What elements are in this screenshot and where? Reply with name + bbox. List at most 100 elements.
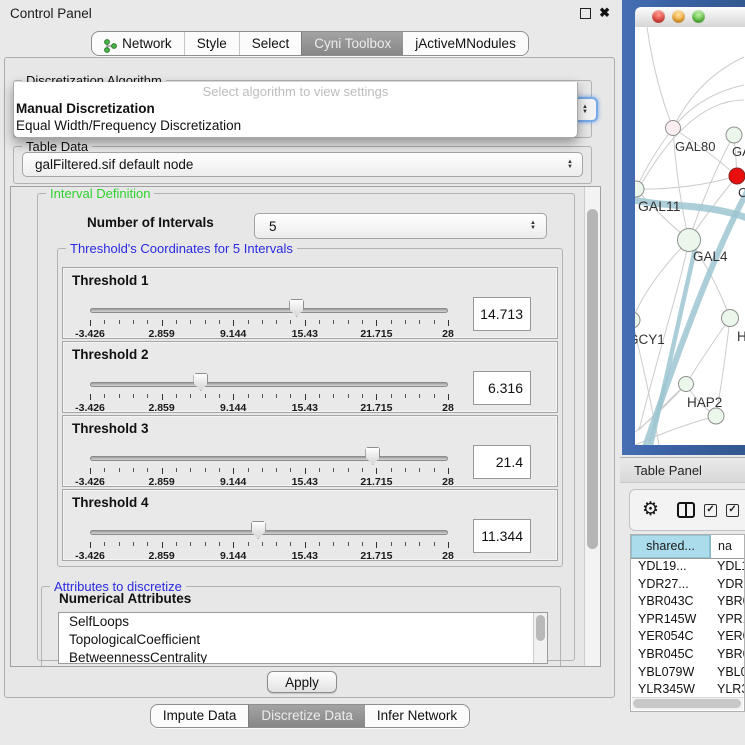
cell-shared-name[interactable]: YLR345W [631, 681, 710, 698]
node-top-right[interactable] [726, 127, 742, 143]
attributes-scrollbar[interactable] [533, 613, 547, 663]
table-row[interactable]: YLR345WYLR3 [631, 681, 744, 698]
cell-name[interactable]: YLR3 [710, 681, 744, 698]
node-pink[interactable] [666, 121, 681, 136]
cell-name[interactable]: YDR2 [710, 576, 744, 594]
attribute-list-item[interactable]: BetweennessCentrality [59, 649, 547, 664]
cell-name[interactable]: YBR0 [710, 646, 744, 664]
table-row[interactable]: YBR045CYBR0 [631, 646, 744, 664]
node-right[interactable] [722, 310, 739, 327]
attribute-list-item[interactable]: TopologicalCoefficient [59, 631, 547, 649]
table-row[interactable]: YER054CYER0 [631, 628, 744, 646]
threshold-value-field[interactable]: 6.316 [473, 371, 531, 405]
node-label-gal11: GAL11 [638, 198, 681, 214]
slider-tick [419, 320, 420, 324]
checkbox-icon-1[interactable]: ✓ [704, 504, 717, 517]
cell-name[interactable]: YBR0 [710, 593, 744, 611]
tab-cyni-toolbox[interactable]: Cyni Toolbox [301, 32, 403, 55]
table-row[interactable]: YBR043CYBR0 [631, 593, 744, 611]
threshold-value-field[interactable]: 14.713 [473, 297, 531, 331]
cell-shared-name[interactable]: YDL19... [631, 558, 710, 576]
slider-tick [205, 320, 206, 324]
threshold-value-field[interactable]: 21.4 [473, 445, 531, 479]
slider-tick [262, 394, 263, 398]
cell-name[interactable]: YDL1 [710, 558, 744, 576]
close-traffic-light[interactable] [652, 10, 665, 23]
column-header-name[interactable]: na [711, 535, 744, 558]
slider-tick-label: 15.43 [292, 476, 318, 488]
table-row[interactable]: YBL079WYBL0 [631, 664, 744, 682]
tab-infer-network[interactable]: Infer Network [365, 705, 469, 727]
cell-shared-name[interactable]: YBR045C [631, 646, 710, 664]
close-icon[interactable]: ✖ [599, 7, 610, 19]
tab-impute-data[interactable]: Impute Data [151, 705, 249, 727]
table-row[interactable]: YDL19...YDL1 [631, 558, 744, 576]
slider-tick [104, 468, 105, 472]
slider-tick [362, 468, 363, 472]
threshold-slider-handle[interactable] [251, 521, 266, 539]
table-data-combobox[interactable]: galFiltered.sif default node ▲▼ [22, 152, 583, 177]
minimize-traffic-light[interactable] [672, 10, 685, 23]
threshold-box-4: Threshold 4-3.4262.8599.14415.4321.71528… [62, 489, 558, 561]
settings-vertical-scrollbar[interactable] [584, 187, 601, 666]
tab-style[interactable]: Style [184, 32, 239, 55]
node-gcy1[interactable] [635, 312, 640, 328]
tab-discretize-data[interactable]: Discretize Data [248, 705, 365, 727]
bottom-tab-bar: Impute Data Discretize Data Infer Networ… [0, 704, 620, 728]
table-row[interactable]: YPR145WYPR1 [631, 611, 744, 629]
slider-tick [176, 468, 177, 472]
checkbox-icon-2[interactable]: ✓ [726, 504, 739, 517]
tab-select[interactable]: Select [239, 32, 302, 55]
attribute-list-item[interactable]: SelfLoops [59, 613, 547, 631]
network-window-titlebar[interactable] [635, 7, 745, 28]
gear-icon[interactable]: ⚙ [642, 500, 659, 520]
threshold-slider-track[interactable] [90, 530, 448, 535]
threshold-value-field[interactable]: 11.344 [473, 519, 531, 553]
cell-shared-name[interactable]: YBL079W [631, 664, 710, 682]
split-columns-icon[interactable] [677, 502, 695, 518]
network-canvas[interactable]: GAL80GAGAL11CGAL4GCY1HHAP2 [635, 27, 745, 445]
node-red[interactable] [729, 168, 745, 184]
slider-tick [176, 542, 177, 546]
apply-button[interactable]: Apply [267, 671, 337, 693]
float-window-icon[interactable] [580, 8, 591, 19]
node-bottom[interactable] [708, 408, 724, 424]
slider-tick [276, 542, 277, 546]
table-hscroll-thumb[interactable] [633, 699, 741, 708]
cell-name[interactable]: YPR1 [710, 611, 744, 629]
threshold-slider-handle[interactable] [193, 373, 208, 391]
tab-network[interactable]: Network [92, 32, 184, 55]
cell-name[interactable]: YBL0 [710, 664, 744, 682]
cell-name[interactable]: YER0 [710, 628, 744, 646]
threshold-slider-handle[interactable] [289, 299, 304, 317]
threshold-slider-track[interactable] [90, 382, 448, 387]
slider-tick [362, 542, 363, 546]
slider-tick [419, 468, 420, 472]
slider-tick [219, 394, 220, 398]
popup-item-equal-width[interactable]: Equal Width/Frequency Discretization [14, 117, 577, 134]
tab-jactivemnodules[interactable]: jActiveMNodules [403, 32, 528, 55]
slider-tick [391, 542, 392, 546]
column-header-shared[interactable]: shared... [631, 535, 711, 558]
threshold-slider-track[interactable] [90, 308, 448, 313]
slider-tick [290, 394, 291, 398]
table-horizontal-scrollbar[interactable] [632, 697, 743, 710]
settings-scrollbar-thumb[interactable] [587, 209, 598, 549]
numerical-attributes-list[interactable]: SelfLoopsTopologicalCoefficientBetweenne… [58, 612, 548, 664]
cell-shared-name[interactable]: YPR145W [631, 611, 710, 629]
cell-shared-name[interactable]: YER054C [631, 628, 710, 646]
network-window: GAL80GAGAL11CGAL4GCY1HHAP2 [622, 0, 745, 455]
cell-shared-name[interactable]: YBR043C [631, 593, 710, 611]
node-left[interactable] [635, 181, 644, 197]
table-row[interactable]: YDR27...YDR2 [631, 576, 744, 594]
zoom-traffic-light[interactable] [692, 10, 705, 23]
threshold-slider-handle[interactable] [365, 447, 380, 465]
number-of-intervals-spinner[interactable]: 5 ▲▼ [254, 213, 547, 239]
combo-arrows-icon: ▲▼ [567, 160, 573, 170]
slider-tick-label: 2.859 [148, 550, 174, 562]
popup-item-manual-discretization[interactable]: Manual Discretization [14, 100, 577, 117]
threshold-slider-track[interactable] [90, 456, 448, 461]
cell-shared-name[interactable]: YDR27... [631, 576, 710, 594]
slider-tick-label: 2.859 [148, 328, 174, 340]
node-hap2[interactable] [679, 377, 694, 392]
